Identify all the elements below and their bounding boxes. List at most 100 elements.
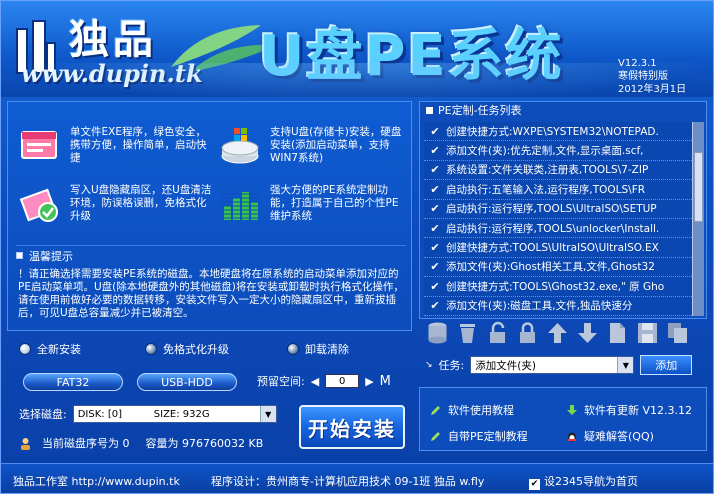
check-icon[interactable]: ✔ xyxy=(424,241,446,254)
app-window: 独品 www.dupin.tk U盘PE系统 V12.3.1 寒假特别版 201… xyxy=(0,0,714,494)
check-icon[interactable]: ✔ xyxy=(424,144,446,157)
reserve-label: 预留空间: xyxy=(257,375,305,388)
list-item[interactable]: ✔ 创建快捷方式:TOOLS\Ghost32.exe," 原 Gho xyxy=(424,277,692,297)
unlock-icon[interactable] xyxy=(485,321,510,345)
radio-dot-icon xyxy=(19,343,31,355)
release-date: 2012年3月1日 xyxy=(618,84,687,95)
task-toolbar xyxy=(425,321,707,347)
task-select-value: 添加文件(夹) xyxy=(475,359,536,372)
link-update[interactable]: 软件有更新 V12.3.12 xyxy=(566,402,692,418)
disk-capacity: 容量为 976760032 KB xyxy=(145,437,264,450)
list-item[interactable]: ✔ 添加文件(夹):优先定制,文件,显示桌面.scf, xyxy=(424,141,692,161)
reserve-decrease-icon[interactable]: ◀ xyxy=(311,375,319,388)
arrow-up-icon[interactable] xyxy=(545,321,570,345)
radio-dot-icon xyxy=(287,343,299,355)
check-icon[interactable]: ✔ xyxy=(424,183,446,196)
disk-number: 当前磁盘序号为 0 xyxy=(42,437,130,450)
feature-text: 写入U盘隐藏扇区，还U盘清洁环境，防误格误删，免格式化升级 xyxy=(70,184,212,222)
feature-exe: 单文件EXE程序，绿色安全，携带方便，操作简单，启动快捷 xyxy=(18,126,213,166)
start-install-button[interactable]: 开始安装 xyxy=(299,405,405,449)
homepage-checkbox[interactable]: ✔ 设2345导航为首页 xyxy=(529,473,638,490)
list-item[interactable]: ✔ 创建快捷方式:TOOLS\UltraISO\UltraISO.EX xyxy=(424,238,692,258)
check-icon[interactable]: ✔ xyxy=(424,163,446,176)
feature-custom: 强大方便的PE系统定制功能，打造属于自己的个性PE维护系统 xyxy=(218,184,408,224)
task-list-panel: PE定制-任务列表 ✔ 创建快捷方式:WXPE\SYSTEM32\NOTEPAD.… xyxy=(419,101,707,319)
task-list-title: PE定制-任务列表 xyxy=(438,104,522,117)
disk-info: 当前磁盘序号为 0 容量为 976760032 KB xyxy=(19,435,263,451)
qq-penguin-icon xyxy=(568,432,576,442)
task-type-select[interactable]: 添加文件(夹) ▼ xyxy=(470,356,635,374)
reserve-space: 预留空间: ◀ 0 ▶ M xyxy=(257,373,391,389)
version-info: V12.3.1 寒假特别版 2012年3月1日 xyxy=(618,57,686,96)
list-item[interactable]: ✔ 系统设置:文件关联类,注册表,TOOLS\7-ZIP xyxy=(424,161,692,181)
studio-link[interactable]: 独品工作室 http://www.dupin.tk xyxy=(13,473,180,489)
links-panel: 软件使用教程 软件有更新 V12.3.12 自带PE定制教程 疑难解答(QQ) xyxy=(419,387,707,451)
radio-uninstall[interactable]: 卸载清除 xyxy=(287,341,349,357)
list-item[interactable]: ✔ 启动执行:运行程序,TOOLS\unlocker\Install. xyxy=(424,219,692,239)
open-file-icon[interactable] xyxy=(605,321,630,345)
reserve-input[interactable]: 0 xyxy=(325,374,360,388)
list-item[interactable]: ✔ 添加文件(夹):磁盘工具,文件,独品快速分 xyxy=(424,297,692,316)
check-icon[interactable]: ✔ xyxy=(424,222,446,235)
add-task-button[interactable]: 添加 xyxy=(640,355,693,375)
radio-label: 免格式化升级 xyxy=(163,343,229,356)
check-icon[interactable]: ✔ xyxy=(424,202,446,215)
check-icon[interactable]: ✔ xyxy=(424,280,446,293)
task-list[interactable]: ✔ 创建快捷方式:WXPE\SYSTEM32\NOTEPAD. ✔ 添加文件(夹):… xyxy=(424,122,692,316)
trash-icon[interactable] xyxy=(455,321,480,345)
lock-icon[interactable] xyxy=(515,321,540,345)
user-icon xyxy=(21,437,30,450)
disk-select[interactable]: DISK: [0] SIZE: 932G ▼ xyxy=(72,405,277,423)
status-bar: 独品工作室 http://www.dupin.tk 程序设计：贵州商专-计算机应… xyxy=(1,463,713,493)
copy-icon[interactable] xyxy=(665,321,690,345)
disk-selector-row: 选择磁盘: DISK: [0] SIZE: 932G ▼ xyxy=(19,405,277,423)
check-icon[interactable]: ✔ xyxy=(424,299,446,312)
version-number: V12.3.1 xyxy=(618,58,657,69)
radio-full-install[interactable]: 全新安装 xyxy=(19,341,81,357)
task-list-header: PE定制-任务列表 xyxy=(420,102,706,118)
list-item[interactable]: ✔ 创建快捷方式:WXPE\SYSTEM32\NOTEPAD. xyxy=(424,122,692,142)
section-square-icon xyxy=(16,252,23,259)
reserve-unit: M xyxy=(379,373,391,389)
scrollbar-thumb[interactable] xyxy=(694,152,703,222)
check-icon[interactable]: ✔ xyxy=(424,260,446,273)
pencil-icon xyxy=(431,432,440,441)
task-label: 任务: xyxy=(438,359,465,372)
save-icon[interactable] xyxy=(635,321,660,345)
reserve-increase-icon[interactable]: ▶ xyxy=(365,375,373,388)
arrow-down-icon[interactable] xyxy=(575,321,600,345)
list-item[interactable]: ✔ 添加文件(夹):Ghost相关工具,文件,Ghost32 xyxy=(424,258,692,278)
disk-select-value: DISK: [0] SIZE: 932G xyxy=(77,408,210,420)
link-faq[interactable]: 疑难解答(QQ) xyxy=(566,428,654,444)
database-icon[interactable] xyxy=(425,321,450,345)
app-title: U盘PE系统 xyxy=(259,24,564,89)
check-icon[interactable]: ✔ xyxy=(424,125,446,138)
section-square-icon xyxy=(426,106,433,114)
chevron-down-icon[interactable]: ▼ xyxy=(259,406,276,422)
link-pe-tutorial[interactable]: 自带PE定制教程 xyxy=(430,428,528,444)
usb-hdd-button[interactable]: USB-HDD xyxy=(137,373,237,391)
feature-hidden: 写入U盘隐藏扇区，还U盘清洁环境，防误格误删，免格式化升级 xyxy=(18,184,213,224)
logo-url: www.dupin.tk xyxy=(21,59,203,88)
radio-no-format-upgrade[interactable]: 免格式化升级 xyxy=(145,341,229,357)
chevron-down-icon[interactable]: ▼ xyxy=(617,357,634,373)
checkbox-checked-icon[interactable]: ✔ xyxy=(529,479,540,490)
designer-credit: 程序设计：贵州商专-计算机应用技术 09-1班 独品 w.fly xyxy=(211,475,485,488)
radio-label: 卸载清除 xyxy=(305,343,349,356)
task-list-scrollbar[interactable] xyxy=(692,122,704,316)
feature-text: 支持U盘(存储卡)安装，硬盘安装(添加启动菜单，支持WIN7系统) xyxy=(270,126,402,164)
tips-header: 温馨提示 xyxy=(16,245,406,263)
task-selector-row: ↘ 任务: 添加文件(夹) ▼ 添加 xyxy=(425,355,693,375)
pencil-icon xyxy=(431,406,440,415)
install-mode-group: 全新安装 免格式化升级 卸载清除 xyxy=(19,341,409,359)
edition-label: 寒假特别版 xyxy=(618,71,668,82)
list-item[interactable]: ✔ 启动执行:五笔输入法,运行程序,TOOLS\FR xyxy=(424,180,692,200)
link-tutorial[interactable]: 软件使用教程 xyxy=(430,402,514,418)
header-banner: 独品 www.dupin.tk U盘PE系统 V12.3.1 寒假特别版 201… xyxy=(1,1,713,97)
list-item[interactable]: ✔ 启动执行:运行程序,TOOLS\UltraISO\SETUP xyxy=(424,200,692,219)
task-row-arrow-icon: ↘ xyxy=(425,360,433,370)
usb-hidden-icon xyxy=(19,188,58,222)
feature-text: 单文件EXE程序，绿色安全，携带方便，操作简单，启动快捷 xyxy=(70,126,207,164)
drive-install-icon xyxy=(221,128,259,164)
fat32-button[interactable]: FAT32 xyxy=(23,373,123,391)
